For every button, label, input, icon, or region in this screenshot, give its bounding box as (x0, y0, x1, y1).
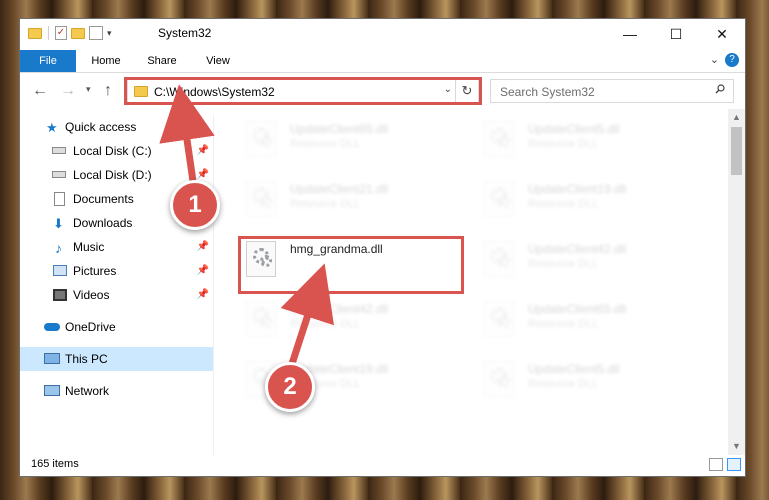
annotation-arrows (159, 84, 334, 372)
step-badge-2: 2 (265, 362, 315, 412)
step-badge-1: 1 (170, 180, 220, 230)
arrow-to-file (280, 263, 334, 372)
